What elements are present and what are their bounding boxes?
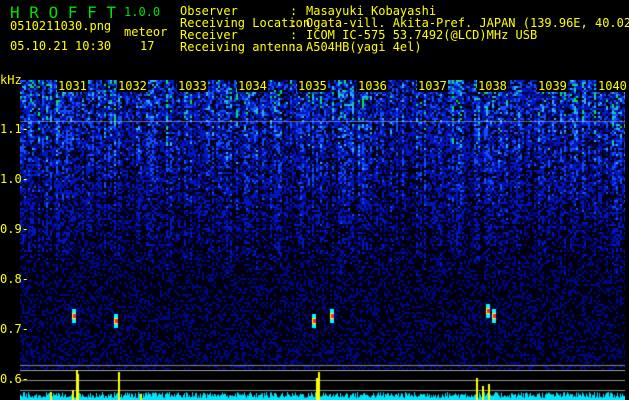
x-tick-label: 1038 (477, 79, 508, 93)
info-value: A504HB(yagi 4el) (306, 40, 422, 54)
x-tick-label: 1032 (117, 79, 148, 93)
datetime: 05.10.21 10:30 (10, 39, 112, 53)
version: 1.0.0 (124, 5, 161, 19)
y-tick-label: 0.6- (0, 372, 29, 386)
x-tick-label: 1035 (297, 79, 328, 93)
x-tick-label: 1033 (177, 79, 208, 93)
y-tick-label: 0.7- (0, 322, 29, 336)
info-label: Receiving antenna (180, 40, 303, 54)
y-tick-label: 0.8- (0, 272, 29, 286)
meteor-count: 17 (140, 39, 155, 53)
y-tick-label: 1.1- (0, 122, 29, 136)
filename: 0510211030.png (10, 19, 112, 33)
spectrogram (20, 80, 625, 370)
x-tick-label: 1036 (357, 79, 388, 93)
x-tick-label: 1037 (417, 79, 448, 93)
x-tick-label: 1034 (237, 79, 268, 93)
info-sep: : (290, 40, 305, 54)
x-tick-label: 1040 (597, 79, 628, 93)
x-tick-label: 1039 (537, 79, 568, 93)
x-tick-label: 1031 (57, 79, 88, 93)
y-tick-label: 0.9- (0, 222, 29, 236)
meteor-label: meteor (124, 25, 168, 39)
y-tick-label: 1.0- (0, 172, 29, 186)
echo-power-bars (20, 370, 625, 400)
y-axis-label: kHz (0, 73, 22, 87)
